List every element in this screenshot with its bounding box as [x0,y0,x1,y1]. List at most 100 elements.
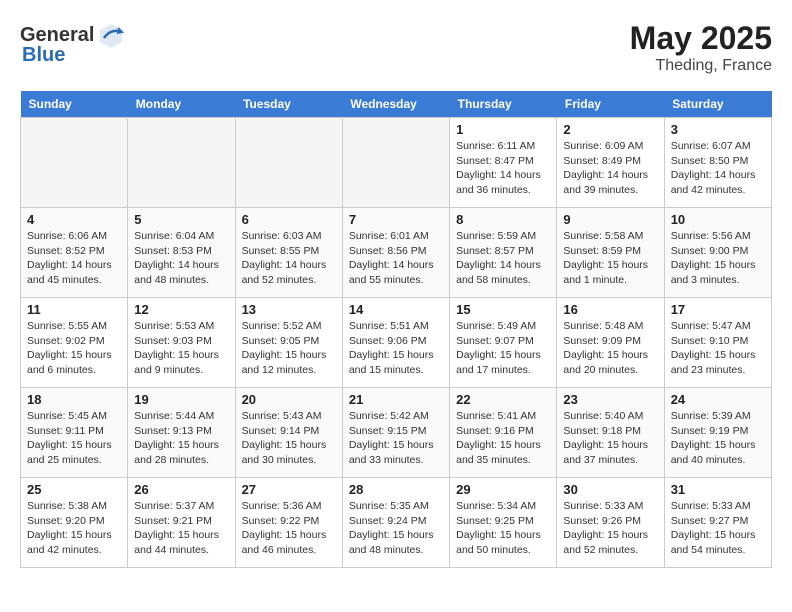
day-info: Sunrise: 6:03 AM Sunset: 8:55 PM Dayligh… [242,229,336,288]
day-number: 13 [242,302,336,317]
calendar-week-row: 1 Sunrise: 6:11 AM Sunset: 8:47 PM Daylig… [21,118,772,208]
calendar-cell [342,118,449,208]
calendar-cell: 21Sunrise: 5:42 AM Sunset: 9:15 PM Dayli… [342,388,449,478]
day-number: 11 [27,302,121,317]
calendar-cell: 3 Sunrise: 6:07 AM Sunset: 8:50 PM Daylig… [664,118,771,208]
calendar-cell: 25 Sunrise: 5:38 AM Sunset: 9:20 PM Dayli… [21,478,128,568]
calendar-cell: 9 Sunrise: 5:58 AM Sunset: 8:59 PM Daylig… [557,208,664,298]
day-info: Sunrise: 5:35 AM Sunset: 9:24 PM Dayligh… [349,499,443,558]
calendar-cell: 10 Sunrise: 5:56 AM Sunset: 9:00 PM Dayli… [664,208,771,298]
calendar-cell: 28 Sunrise: 5:35 AM Sunset: 9:24 PM Dayli… [342,478,449,568]
calendar-cell: 6 Sunrise: 6:03 AM Sunset: 8:55 PM Daylig… [235,208,342,298]
calendar-week-row: 18Sunrise: 5:45 AM Sunset: 9:11 PM Dayli… [21,388,772,478]
day-info: Sunrise: 5:44 AM Sunset: 9:13 PM Dayligh… [134,409,228,468]
calendar-cell: 1 Sunrise: 6:11 AM Sunset: 8:47 PM Daylig… [450,118,557,208]
day-number: 29 [456,482,550,497]
calendar-cell: 27Sunrise: 5:36 AM Sunset: 9:22 PM Dayli… [235,478,342,568]
day-number: 7 [349,212,443,227]
column-header-saturday: Saturday [664,91,771,118]
column-header-friday: Friday [557,91,664,118]
calendar-cell: 5 Sunrise: 6:04 AM Sunset: 8:53 PM Daylig… [128,208,235,298]
day-info: Sunrise: 5:52 AM Sunset: 9:05 PM Dayligh… [242,319,336,378]
calendar-cell: 16 Sunrise: 5:48 AM Sunset: 9:09 PM Dayli… [557,298,664,388]
day-number: 19 [134,392,228,407]
calendar-cell [235,118,342,208]
calendar-cell: 23 Sunrise: 5:40 AM Sunset: 9:18 PM Dayli… [557,388,664,478]
calendar-cell: 18Sunrise: 5:45 AM Sunset: 9:11 PM Dayli… [21,388,128,478]
calendar-cell: 11 Sunrise: 5:55 AM Sunset: 9:02 PM Dayli… [21,298,128,388]
day-number: 10 [671,212,765,227]
day-number: 17 [671,302,765,317]
day-number: 18 [27,392,121,407]
day-info: Sunrise: 5:55 AM Sunset: 9:02 PM Dayligh… [27,319,121,378]
day-number: 26 [134,482,228,497]
day-number: 15 [456,302,550,317]
logo-blue: Blue [22,44,65,67]
day-info: Sunrise: 6:01 AM Sunset: 8:56 PM Dayligh… [349,229,443,288]
day-info: Sunrise: 5:37 AM Sunset: 9:21 PM Dayligh… [134,499,228,558]
day-info: Sunrise: 5:42 AM Sunset: 9:15 PM Dayligh… [349,409,443,468]
day-number: 3 [671,122,765,137]
day-number: 12 [134,302,228,317]
page-header: General Blue May 2025 Theding, France [20,20,772,75]
day-info: Sunrise: 5:51 AM Sunset: 9:06 PM Dayligh… [349,319,443,378]
calendar-cell: 26 Sunrise: 5:37 AM Sunset: 9:21 PM Dayli… [128,478,235,568]
day-number: 9 [563,212,657,227]
day-info: Sunrise: 5:48 AM Sunset: 9:09 PM Dayligh… [563,319,657,378]
day-info: Sunrise: 6:09 AM Sunset: 8:49 PM Dayligh… [563,139,657,198]
title-block: May 2025 Theding, France [630,20,772,75]
column-header-wednesday: Wednesday [342,91,449,118]
calendar-cell: 31Sunrise: 5:33 AM Sunset: 9:27 PM Dayli… [664,478,771,568]
day-number: 6 [242,212,336,227]
day-number: 31 [671,482,765,497]
day-info: Sunrise: 5:33 AM Sunset: 9:26 PM Dayligh… [563,499,657,558]
calendar-cell: 7 Sunrise: 6:01 AM Sunset: 8:56 PM Daylig… [342,208,449,298]
day-info: Sunrise: 5:59 AM Sunset: 8:57 PM Dayligh… [456,229,550,288]
day-info: Sunrise: 6:07 AM Sunset: 8:50 PM Dayligh… [671,139,765,198]
day-number: 16 [563,302,657,317]
day-number: 30 [563,482,657,497]
calendar-cell [128,118,235,208]
day-info: Sunrise: 5:47 AM Sunset: 9:10 PM Dayligh… [671,319,765,378]
logo-icon [96,20,126,50]
column-header-monday: Monday [128,91,235,118]
day-info: Sunrise: 5:34 AM Sunset: 9:25 PM Dayligh… [456,499,550,558]
day-number: 28 [349,482,443,497]
column-header-sunday: Sunday [21,91,128,118]
calendar-week-row: 25 Sunrise: 5:38 AM Sunset: 9:20 PM Dayli… [21,478,772,568]
calendar-cell: 30 Sunrise: 5:33 AM Sunset: 9:26 PM Dayli… [557,478,664,568]
day-info: Sunrise: 5:39 AM Sunset: 9:19 PM Dayligh… [671,409,765,468]
calendar-cell: 17 Sunrise: 5:47 AM Sunset: 9:10 PM Dayli… [664,298,771,388]
day-info: Sunrise: 6:06 AM Sunset: 8:52 PM Dayligh… [27,229,121,288]
column-header-thursday: Thursday [450,91,557,118]
day-info: Sunrise: 6:04 AM Sunset: 8:53 PM Dayligh… [134,229,228,288]
day-info: Sunrise: 5:49 AM Sunset: 9:07 PM Dayligh… [456,319,550,378]
calendar-cell: 4Sunrise: 6:06 AM Sunset: 8:52 PM Daylig… [21,208,128,298]
day-info: Sunrise: 5:38 AM Sunset: 9:20 PM Dayligh… [27,499,121,558]
day-number: 27 [242,482,336,497]
day-info: Sunrise: 5:43 AM Sunset: 9:14 PM Dayligh… [242,409,336,468]
calendar-cell: 13 Sunrise: 5:52 AM Sunset: 9:05 PM Dayli… [235,298,342,388]
calendar-cell: 14Sunrise: 5:51 AM Sunset: 9:06 PM Dayli… [342,298,449,388]
day-number: 5 [134,212,228,227]
calendar-cell: 24 Sunrise: 5:39 AM Sunset: 9:19 PM Dayli… [664,388,771,478]
day-number: 23 [563,392,657,407]
day-number: 20 [242,392,336,407]
day-info: Sunrise: 5:56 AM Sunset: 9:00 PM Dayligh… [671,229,765,288]
calendar-cell: 29 Sunrise: 5:34 AM Sunset: 9:25 PM Dayli… [450,478,557,568]
calendar-cell: 20 Sunrise: 5:43 AM Sunset: 9:14 PM Dayli… [235,388,342,478]
calendar-cell: 8Sunrise: 5:59 AM Sunset: 8:57 PM Daylig… [450,208,557,298]
day-number: 25 [27,482,121,497]
calendar-cell: 2Sunrise: 6:09 AM Sunset: 8:49 PM Daylig… [557,118,664,208]
day-info: Sunrise: 6:11 AM Sunset: 8:47 PM Dayligh… [456,139,550,198]
column-header-tuesday: Tuesday [235,91,342,118]
day-info: Sunrise: 5:41 AM Sunset: 9:16 PM Dayligh… [456,409,550,468]
day-info: Sunrise: 5:40 AM Sunset: 9:18 PM Dayligh… [563,409,657,468]
calendar-week-row: 11 Sunrise: 5:55 AM Sunset: 9:02 PM Dayli… [21,298,772,388]
calendar-cell: 12Sunrise: 5:53 AM Sunset: 9:03 PM Dayli… [128,298,235,388]
day-info: Sunrise: 5:58 AM Sunset: 8:59 PM Dayligh… [563,229,657,288]
day-number: 24 [671,392,765,407]
day-number: 1 [456,122,550,137]
calendar-cell: 15 Sunrise: 5:49 AM Sunset: 9:07 PM Dayli… [450,298,557,388]
calendar-cell: 22Sunrise: 5:41 AM Sunset: 9:16 PM Dayli… [450,388,557,478]
